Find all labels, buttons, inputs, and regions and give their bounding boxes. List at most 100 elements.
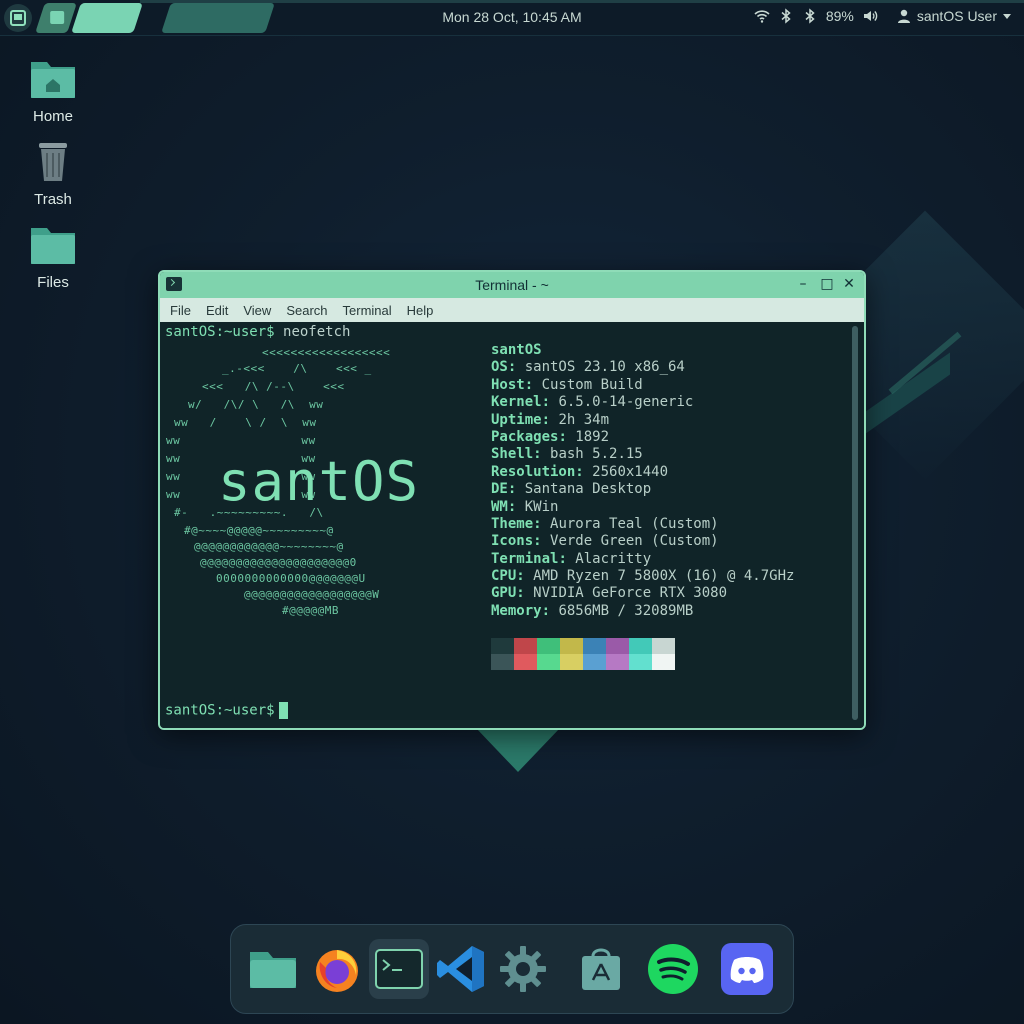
firefox-icon xyxy=(316,950,358,992)
user-icon xyxy=(897,9,910,23)
info-row-wm: WM: KWin xyxy=(491,498,559,515)
palette-swatch xyxy=(606,654,629,670)
top-panel: Mon 28 Oct, 10:45 AM 89% santOS User xyxy=(0,0,1024,36)
shell-prompt: santOS:~user$ xyxy=(165,702,275,719)
dock-settings[interactable] xyxy=(493,939,553,999)
ascii-line: #@@@@@MB xyxy=(282,604,339,617)
palette-swatch xyxy=(537,638,560,654)
settings-icon xyxy=(500,946,546,992)
battery-percentage[interactable]: 89% xyxy=(826,8,854,24)
ascii-logo: <<<<<<<<<<<<<<<<<< _.-<<< /\ <<< _ <<< /… xyxy=(160,340,480,640)
ascii-logo-text: santOS xyxy=(218,450,420,513)
terminal-output[interactable]: santOS:~user$ neofetch <<<<<<<<<<<<<<<<<… xyxy=(160,322,864,728)
close-button[interactable]: ✕ xyxy=(840,275,858,293)
terminal-menubar: File Edit View Search Terminal Help xyxy=(160,298,864,322)
ascii-line: #@~~~~@@@@@~~~~~~~~~@ xyxy=(184,524,334,537)
dock-files[interactable] xyxy=(243,939,303,999)
ascii-line: @@@@@@@@@@@@@@@@@@@@@0 xyxy=(200,556,357,569)
ascii-line: ww / \ / \ ww xyxy=(174,416,317,429)
desktop-icon-label: Home xyxy=(32,108,73,125)
wifi-icon[interactable] xyxy=(754,8,770,24)
dock-app-store[interactable] xyxy=(571,939,631,999)
info-row-de: DE: Santana Desktop xyxy=(491,481,652,498)
palette-swatch xyxy=(491,654,514,670)
palette-swatch xyxy=(560,638,583,654)
dock-vscode[interactable] xyxy=(431,939,491,999)
scrollbar-thumb[interactable] xyxy=(852,326,858,720)
ascii-line: 0000000000000@@@@@@@U xyxy=(216,572,366,585)
menu-file[interactable]: File xyxy=(170,303,191,318)
dock-spotify[interactable] xyxy=(643,939,703,999)
dock-terminal[interactable] xyxy=(369,939,429,999)
maximize-button[interactable]: □ xyxy=(818,275,836,293)
ascii-line: <<<<<<<<<<<<<<<<<< xyxy=(262,346,391,359)
palette-swatch xyxy=(537,654,560,670)
palette-swatch xyxy=(583,654,606,670)
bluetooth-icon[interactable] xyxy=(802,8,818,24)
info-row-host: Host: Custom Build xyxy=(491,376,643,393)
dock-discord[interactable] xyxy=(717,939,777,999)
palette-swatch xyxy=(560,654,583,670)
color-palette xyxy=(491,638,675,670)
ascii-line: _.-<<< /\ <<< _ xyxy=(222,362,372,375)
menu-view[interactable]: View xyxy=(243,303,271,318)
discord-icon xyxy=(721,943,773,995)
info-row-resolution: Resolution: 2560x1440 xyxy=(491,463,669,480)
palette-swatch xyxy=(514,654,537,670)
palette-swatch xyxy=(652,654,675,670)
palette-swatch xyxy=(629,638,652,654)
palette-swatch xyxy=(652,638,675,654)
user-menu[interactable]: santOS User xyxy=(896,8,1012,24)
user-name: santOS User xyxy=(916,8,997,24)
background-stripe xyxy=(888,331,962,395)
menu-help[interactable]: Help xyxy=(407,303,434,318)
files-icon xyxy=(250,952,296,988)
info-row-cpu: CPU: AMD Ryzen 7 5800X (16) @ 4.7GHz xyxy=(491,568,795,585)
menu-edit[interactable]: Edit xyxy=(206,303,228,318)
terminal-window: Terminal - ~ – □ ✕ File Edit View Search… xyxy=(158,270,866,730)
ascii-line: @@@@@@@@@@@@@@@@@@W xyxy=(244,588,380,601)
active-command-line[interactable]: santOS:~user$ xyxy=(165,702,288,719)
info-row-gpu: GPU: NVIDIA GeForce RTX 3080 xyxy=(491,585,728,602)
shell-command: neofetch xyxy=(283,324,351,340)
minimize-button[interactable]: – xyxy=(794,275,812,293)
volume-icon[interactable] xyxy=(862,8,878,24)
dock-firefox[interactable] xyxy=(307,939,367,999)
background-triangle xyxy=(476,728,560,772)
dock xyxy=(230,924,794,1014)
palette-swatch xyxy=(629,654,652,670)
desktop-icon-label: Files xyxy=(37,274,69,291)
system-tray: 89% santOS User xyxy=(754,8,1012,24)
system-info: santOS OS: santOS 23.10 x86_64 Host: Cus… xyxy=(491,342,794,620)
info-row-theme: Theme: Aurora Teal (Custom) xyxy=(491,515,719,532)
palette-swatch xyxy=(491,638,514,654)
info-row-packages: Packages: 1892 xyxy=(491,428,610,445)
trash-icon xyxy=(39,143,67,181)
info-header: santOS xyxy=(491,342,542,358)
terminal-icon xyxy=(375,949,423,989)
palette-swatch xyxy=(606,638,629,654)
info-row-kernel: Kernel: 6.5.0-14-generic xyxy=(491,394,694,411)
menu-search[interactable]: Search xyxy=(286,303,327,318)
bluetooth-icon[interactable] xyxy=(778,8,794,24)
text-cursor xyxy=(278,702,288,719)
caret-down-icon xyxy=(1003,14,1011,19)
info-row-icons: Icons: Verde Green (Custom) xyxy=(491,533,719,550)
terminal-scrollbar[interactable] xyxy=(852,326,858,720)
desktop-icon-home[interactable]: Home xyxy=(12,56,94,125)
info-row-memory: Memory: 6856MB / 32089MB xyxy=(491,602,694,619)
desktop-icon-files[interactable]: Files xyxy=(12,222,94,291)
app-store-icon xyxy=(582,948,620,990)
desktop-icon-trash[interactable]: Trash xyxy=(12,139,94,208)
folder-icon xyxy=(31,228,75,264)
background-band xyxy=(860,352,950,438)
shell-prompt: santOS:~user$ xyxy=(165,324,275,340)
window-title: Terminal - ~ xyxy=(475,277,549,293)
palette-swatch xyxy=(583,638,606,654)
ascii-line: ww ww xyxy=(166,434,316,447)
palette-swatch xyxy=(514,638,537,654)
ascii-line: @@@@@@@@@@@@~~~~~~~~@ xyxy=(194,540,344,553)
menu-terminal[interactable]: Terminal xyxy=(343,303,392,318)
info-row-uptime: Uptime: 2h 34m xyxy=(491,411,610,428)
terminal-titlebar[interactable]: Terminal - ~ – □ ✕ xyxy=(160,272,864,298)
